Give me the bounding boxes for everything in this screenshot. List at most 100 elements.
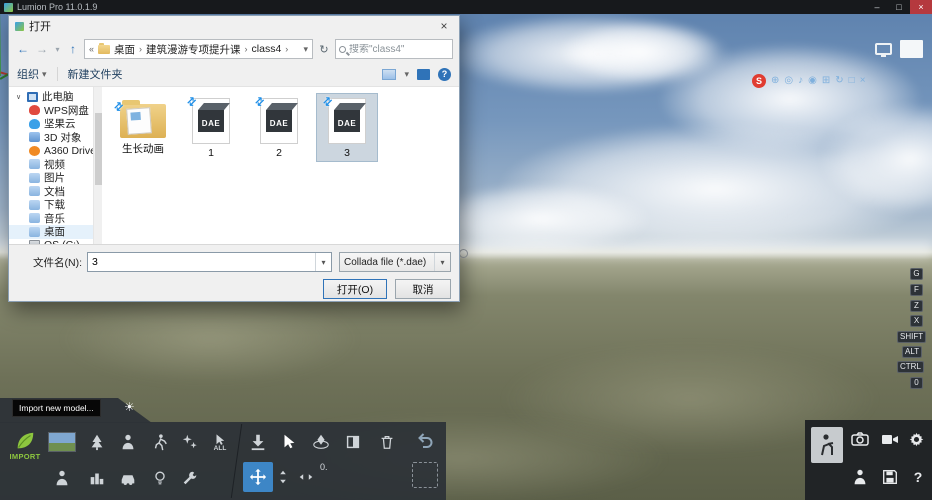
dropdown-icon: ▾	[42, 69, 47, 80]
display-icon[interactable]	[875, 43, 892, 55]
close-tool-icon[interactable]: ×	[860, 74, 866, 88]
toolbar-right-icons: ▾ ?	[382, 68, 451, 81]
breadcrumb-collapse[interactable]: «	[89, 44, 94, 54]
file-item-dae-3-selected[interactable]: DAE ⇄ 3	[316, 93, 378, 162]
dialog-close-button[interactable]: ×	[435, 19, 453, 33]
change-view-icon[interactable]	[382, 69, 396, 80]
wrench-icon	[181, 469, 199, 487]
all-label: ALL	[214, 445, 227, 452]
file-item-dae-2[interactable]: DAE ⇄ 2	[248, 93, 310, 162]
tree-category-button[interactable]	[82, 427, 112, 457]
camera-capture-icon[interactable]: ◉	[808, 74, 817, 88]
sidebar-item-pictures[interactable]: 图片	[9, 171, 93, 185]
sidebar-scrollbar[interactable]	[93, 87, 102, 244]
shape-icon[interactable]: ◎	[784, 74, 793, 88]
breadcrumb-item-course[interactable]: 建筑漫游专项提升课	[146, 42, 241, 57]
sidebar-item-downloads[interactable]: 下载	[9, 198, 93, 212]
filename-label: 文件名(N):	[17, 255, 87, 270]
effects-library-button[interactable]	[175, 427, 205, 457]
sidebar-item-nutstore[interactable]: 坚果云	[9, 117, 93, 131]
character-category-button[interactable]	[113, 427, 143, 457]
preview-pane-icon[interactable]	[417, 69, 430, 80]
up-button[interactable]: ↑	[65, 42, 81, 56]
sidebar-item-3d-objects[interactable]: 3D 对象	[9, 131, 93, 145]
sidebar-item-this-pc[interactable]: ∨ 此电脑	[9, 90, 93, 104]
move-horizontal-button[interactable]	[294, 462, 318, 492]
window-close-button[interactable]: ×	[910, 0, 932, 14]
breadcrumb[interactable]: « 桌面 › 建筑漫游专项提升课 › class4 › ▾	[84, 39, 313, 59]
move-vertical-button[interactable]	[272, 462, 294, 492]
save-button[interactable]	[877, 464, 903, 490]
help-icon[interactable]: ?	[438, 68, 451, 81]
dialog-toolbar: 组织 ▾ 新建文件夹 ▾ ?	[9, 62, 459, 86]
filename-input[interactable]	[88, 256, 315, 268]
selection-marquee-button[interactable]	[412, 462, 438, 488]
open-button[interactable]: 打开(O)	[323, 279, 387, 299]
sidebar-item-music[interactable]: 音乐	[9, 212, 93, 226]
forward-button[interactable]: →	[34, 42, 50, 56]
back-button[interactable]: ←	[15, 42, 31, 56]
rotate-object-button[interactable]	[306, 427, 336, 457]
keyboard-icon[interactable]: ⊞	[822, 74, 830, 88]
file-item-dae-1[interactable]: DAE ⇄ 1	[180, 93, 242, 162]
settings-button[interactable]	[905, 428, 927, 450]
delete-object-button[interactable]	[372, 427, 402, 457]
select-all-button[interactable]: ALL	[205, 427, 235, 457]
filetype-dropdown-icon[interactable]: ▾	[434, 253, 450, 271]
sidebar-label: 下载	[44, 198, 65, 212]
sidebar-item-desktop[interactable]: 桌面	[9, 225, 93, 239]
photo-mode-button[interactable]	[811, 427, 843, 463]
nature-library-button[interactable]	[47, 427, 77, 457]
scrollbar-thumb[interactable]	[95, 113, 102, 185]
help-button[interactable]: ?	[905, 464, 931, 490]
nudge-value[interactable]: 0.	[320, 462, 328, 472]
import-button[interactable]: IMPORT	[5, 430, 45, 461]
movie-button[interactable]	[877, 426, 903, 452]
address-dropdown-icon[interactable]: ▾	[303, 44, 308, 55]
cancel-button[interactable]: 取消	[395, 279, 451, 299]
maximize-button[interactable]: □	[888, 0, 910, 14]
utilities-button[interactable]	[175, 463, 205, 493]
hotkey-f: F	[910, 284, 923, 296]
organize-menu[interactable]: 组织 ▾	[17, 66, 47, 82]
panorama-button[interactable]	[847, 464, 873, 490]
views-dropdown-icon[interactable]: ▾	[404, 69, 409, 80]
import-arrows-icon: ⇄	[184, 94, 200, 110]
sidebar-item-documents[interactable]: 文档	[9, 185, 93, 199]
sidebar-item-wps-cloud[interactable]: WPS网盘	[9, 104, 93, 118]
scale-object-button[interactable]	[338, 427, 368, 457]
animated-people-button[interactable]	[145, 427, 175, 457]
dialog-titlebar[interactable]: 打开 ×	[9, 16, 459, 36]
vehicle-category-button[interactable]	[113, 463, 143, 493]
file-item-folder[interactable]: ⇄ 生长动画	[112, 93, 174, 159]
history-dropdown[interactable]: ▾	[53, 45, 62, 54]
monitor-tool-icon[interactable]: □	[849, 74, 855, 88]
sun-weather-icon[interactable]: ☀	[124, 400, 135, 414]
select-tool-button[interactable]	[274, 427, 304, 457]
filetype-select[interactable]: Collada file (*.dae) ▾	[339, 252, 451, 272]
sidebar-item-a360-drive[interactable]: A360 Drive	[9, 144, 93, 158]
sidebar-item-videos[interactable]: 视频	[9, 158, 93, 172]
filename-dropdown-icon[interactable]: ▾	[315, 253, 331, 271]
search-box[interactable]	[335, 39, 453, 59]
undo-button[interactable]	[410, 425, 440, 455]
pen-icon[interactable]: ⊕	[771, 74, 779, 88]
search-input[interactable]	[349, 44, 449, 55]
new-folder-button[interactable]: 新建文件夹	[68, 66, 123, 82]
refresh-tool-icon[interactable]: ↻	[835, 74, 843, 88]
landscape-thumbnail-icon	[48, 432, 76, 452]
refresh-button[interactable]: ↻	[316, 43, 332, 56]
light-category-button[interactable]	[145, 463, 175, 493]
mic-icon[interactable]: ♪	[798, 74, 803, 88]
screen-tool-logo[interactable]: S	[752, 74, 766, 88]
place-object-button[interactable]	[243, 427, 273, 457]
move-object-button[interactable]	[243, 462, 273, 492]
people-category-button[interactable]	[47, 463, 77, 493]
expand-icon[interactable]: ∨	[16, 93, 23, 101]
photo-button[interactable]	[847, 426, 873, 452]
minimize-button[interactable]: –	[866, 0, 888, 14]
filename-combo[interactable]: ▾	[87, 252, 332, 272]
breadcrumb-item-desktop[interactable]: 桌面	[114, 42, 135, 57]
mass-placement-button[interactable]	[82, 463, 112, 493]
breadcrumb-item-class4[interactable]: class4	[252, 43, 282, 55]
